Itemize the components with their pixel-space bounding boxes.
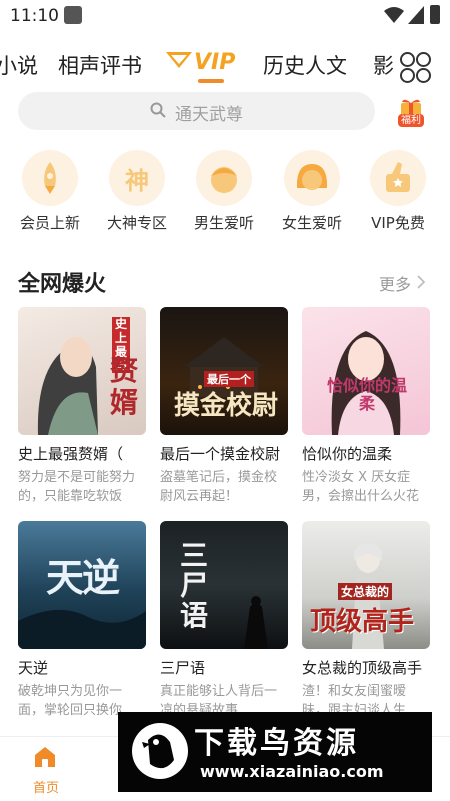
tab-active-indicator [198,79,224,83]
category-female-listen[interactable]: 女生爱听 [272,150,352,233]
all-categories-button[interactable] [398,50,432,84]
book-title: 史上最强赘婿（ [18,445,124,463]
boy-face-icon [211,167,237,193]
category-label: 男生爱听 [193,214,254,232]
book-card[interactable]: 恰似你的温柔 恰似你的温柔 性冷淡女 X 厌女症男，会擦出什么火花 [302,307,430,506]
gift-label: 福利 [398,114,424,127]
vip-crown-icon [166,52,192,68]
category-master-zone[interactable]: 神 大神专区 [97,150,177,233]
watermark-name: 下载鸟资源 [194,726,359,761]
tab-vip[interactable]: VIP [194,50,235,75]
book-card[interactable]: 女总裁的 顶级高手 女总裁的顶级高手 渣！和女友闺蜜暧昧，跟主妇谈人生 [302,521,430,720]
book-cover[interactable]: 史上最强 赘婿 [18,307,146,435]
tab-film[interactable]: 影 [373,50,394,80]
shen-icon: 神 [125,166,149,195]
rocket-icon [44,162,56,194]
nav-home-label[interactable]: 首页 [33,777,59,796]
book-desc: 努力是不是可能努力的，只能靠吃软饭 [18,470,136,504]
search-icon [150,102,166,118]
book-desc: 盗墓笔记后，摸金校尉风云再起！ [160,470,278,504]
thumbs-up-star-icon [386,162,410,192]
book-title: 恰似你的温柔 [302,445,393,463]
signal-icon [408,6,424,24]
tab-crosstalk[interactable]: 相声评书 [58,50,142,80]
book-card[interactable]: 天逆 天逆 破乾坤只为见你一面，掌轮回只换你 [18,521,146,720]
book-card[interactable]: 最后一个 摸金校尉 最后一个摸金校尉 盗墓笔记后，摸金校尉风云再起！ [160,307,288,506]
tab-novel[interactable]: 小说 [0,50,38,80]
bird-logo-icon [132,723,188,779]
wifi-icon [384,7,404,23]
book-cover[interactable]: 天逆 [18,521,146,649]
book-cover[interactable]: 女总裁的 顶级高手 [302,521,430,649]
book-cover[interactable]: 最后一个 摸金校尉 [160,307,288,435]
watermark-banner: 下载鸟资源 www.xiazainiao.com [118,712,432,792]
search-bar[interactable]: 通天武尊 [18,92,375,130]
home-icon[interactable] [34,746,56,768]
section-title: 全网爆火 [18,272,107,297]
category-label: 女生爱听 [281,214,342,232]
book-title: 最后一个摸金校尉 [160,445,281,463]
book-cover[interactable]: 恰似你的温柔 [302,307,430,435]
more-link[interactable]: 更多 [379,271,411,295]
girl-face-icon [296,164,328,190]
book-desc: 性冷淡女 X 厌女症男，会擦出什么火花 [302,470,420,504]
status-time: 11:10 [10,6,59,26]
search-placeholder: 通天武尊 [175,105,243,125]
category-tabs: 小说 相声评书 VIP 历史人文 影 [0,40,450,88]
tab-history[interactable]: 历史人文 [263,50,347,80]
category-label: 大神专区 [106,214,167,232]
book-title: 天逆 [18,659,49,677]
category-male-listen[interactable]: 男生爱听 [184,150,264,233]
category-label: 会员上新 [19,214,80,232]
book-title: 女总裁的顶级高手 [302,659,423,677]
category-member-new[interactable]: 会员上新 [10,150,90,233]
book-cover[interactable]: 三尸语 [160,521,288,649]
book-card[interactable]: 三尸语 三尸语 真正能够让人背后一凉的悬疑故事 [160,521,288,720]
watermark-url: www.xiazainiao.com [200,762,384,781]
chevron-right-icon[interactable] [416,275,426,289]
notification-icon [64,6,82,24]
battery-icon [430,5,440,24]
welfare-gift-button[interactable]: 福利 [392,97,430,129]
status-bar: 11:10 [0,0,450,34]
book-title: 三尸语 [160,659,206,677]
category-vip-free[interactable]: VIP免费 [358,150,438,233]
category-label: VIP免费 [371,214,425,232]
book-card[interactable]: 史上最强 赘婿 史上最强赘婿（ 努力是不是可能努力的，只能靠吃软饭 [18,307,146,506]
